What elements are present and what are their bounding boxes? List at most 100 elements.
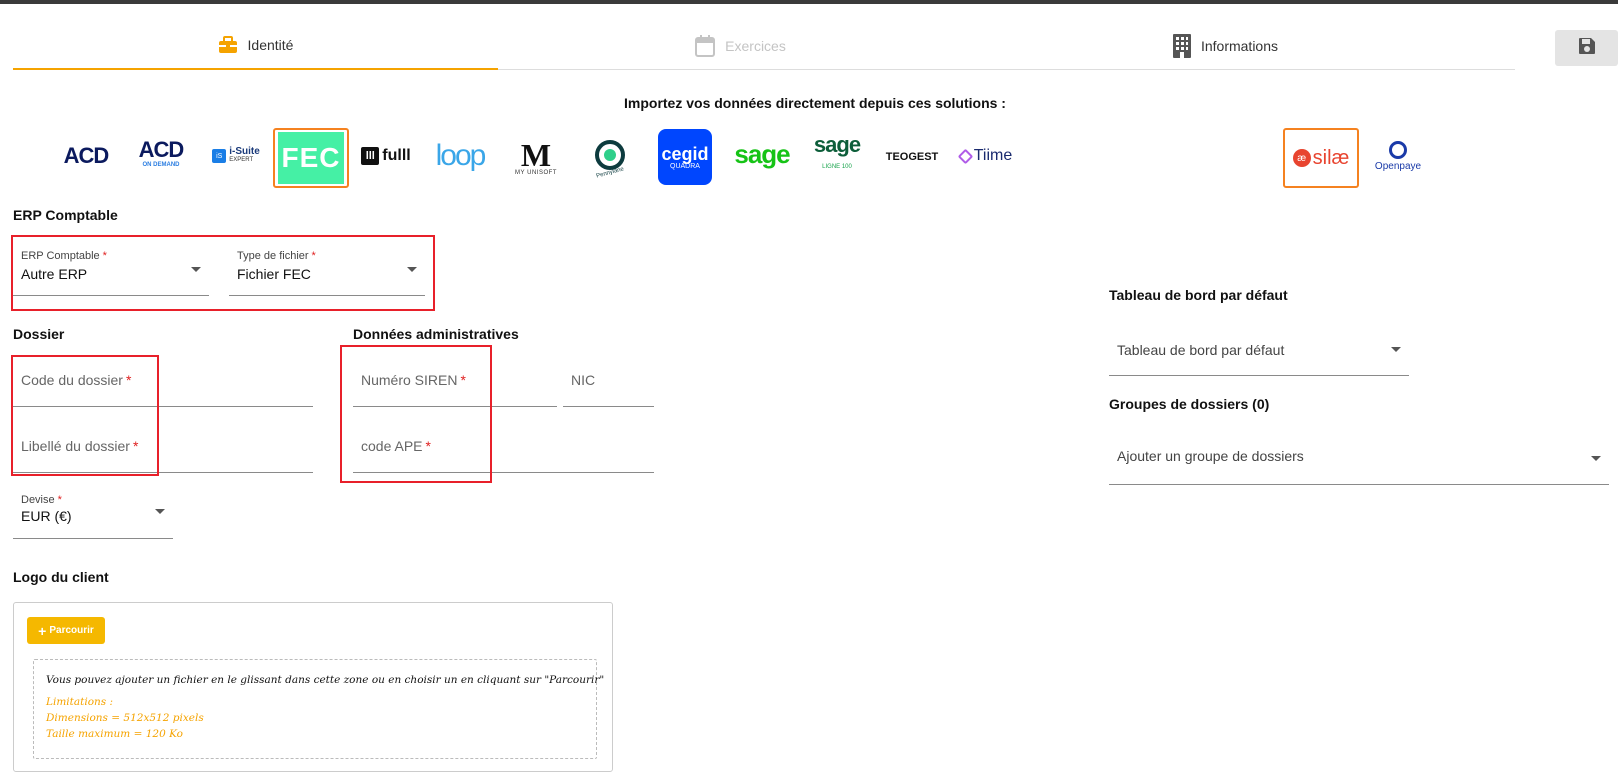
required-mark: * [425,438,431,454]
teogest-logo[interactable]: TEOGEST [882,145,942,169]
siren-label: Numéro SIREN [361,372,458,388]
cegid-sub: QUADRA [670,162,700,170]
unisoft-mark: M [520,137,552,173]
building-icon [1172,33,1191,58]
erp-section-title: ERP Comptable [13,207,118,223]
admin-section-title: Données administratives [353,326,519,342]
dossier-section-title: Dossier [13,326,65,342]
acd-on-demand-logo[interactable]: ACD ON DEMAND [131,134,191,174]
pennylane-mark [595,140,625,170]
tab-exercices[interactable]: Exercices [498,22,983,69]
devise-value: EUR (€) [21,508,72,524]
dashboard-placeholder: Tableau de bord par défaut [1117,342,1285,358]
tiime-name: Tiime [973,147,1013,164]
required-mark: * [57,494,62,506]
tab-informations[interactable]: Informations [983,22,1468,69]
calendar-icon [695,34,716,57]
logo-client-title: Logo du client [13,569,109,585]
isuite-expert-logo[interactable]: iS i-Suite EXPERT [206,140,266,172]
acd-on-demand-sub: ON DEMAND [142,162,180,168]
briefcase-icon [218,36,238,54]
chevron-down-icon [407,267,417,272]
dashboard-select[interactable]: Tableau de bord par défaut [1109,326,1409,376]
silae-badge: æ [1292,149,1311,167]
top-bar [0,0,1618,4]
chevron-down-icon [1391,347,1401,352]
browse-button-label: Parcourir [49,625,94,636]
teogest-logo-text: TEOGEST [885,151,939,163]
silae-name: silæ [1312,146,1350,169]
sage-ligne-100-logo[interactable]: sage LIGNE 100 [811,132,863,176]
fulll-name: fulll [382,147,411,164]
required-mark: * [125,372,132,388]
erp-select-label: ERP Comptable [21,250,100,262]
required-mark: * [132,438,139,454]
file-type-select[interactable]: Type de fichier * Fichier FEC [229,246,425,296]
sage-ligne-sub: LIGNE 100 [822,164,852,170]
import-title: Importez vos données directement depuis … [624,95,1006,111]
openpaye-name: Openpaye [1374,160,1422,172]
tiime-mark [957,148,974,164]
dashboard-section-title: Tableau de bord par défaut [1109,287,1288,303]
fulll-logo[interactable]: lll fulll [360,142,412,170]
libelle-dossier-label: Libellé du dossier [21,438,130,454]
groups-section-title: Groupes de dossiers (0) [1109,396,1270,412]
groups-select[interactable]: Ajouter un groupe de dossiers [1109,434,1609,485]
sage-ligne-name: sage [813,132,861,157]
code-dossier-label: Code du dossier [21,372,123,388]
devise-label: Devise [21,494,55,506]
tab-bar: Identité Exercices Informations [13,22,1515,70]
limitations-dimensions: Dimensions = 512x512 pixels [46,712,204,724]
unisoft-sub: MY UNISOFT [515,170,557,176]
file-type-value: Fichier FEC [237,266,311,282]
required-mark: * [102,250,107,262]
save-button[interactable] [1555,30,1618,66]
tab-label: Informations [1200,37,1279,54]
fec-logo-text: FEC [278,132,344,184]
tab-identite[interactable]: Identité [13,22,498,70]
sage-logo-text: sage [734,138,790,169]
loop-logo[interactable]: loop [430,138,490,174]
loop-logo-text: loop [435,139,487,172]
required-mark: * [311,250,316,262]
floppy-disk-icon [1578,37,1596,60]
plus-icon: + [38,622,47,639]
tab-label: Exercices [725,37,786,54]
file-dropzone[interactable]: Vous pouvez ajouter un fichier en le gli… [33,659,604,759]
acd-logo[interactable]: ACD [56,138,116,174]
cegid-quadra-logo[interactable]: cegid QUADRA [658,129,712,185]
ape-label: code APE [361,438,423,454]
chevron-down-icon [155,509,165,514]
nic-field[interactable]: NIC [563,356,654,407]
sage-logo[interactable]: sage [731,136,793,172]
chevron-down-icon [191,267,201,272]
nic-label: NIC [571,372,596,388]
code-dossier-field[interactable]: Code du dossier * [13,356,313,407]
file-type-label: Type de fichier [237,250,309,262]
openpaye-logo[interactable]: Openpaye [1368,136,1428,176]
pennylane-logo[interactable]: Pennylane [588,134,632,182]
siren-field[interactable]: Numéro SIREN * [353,356,557,407]
devise-select[interactable]: Devise * EUR (€) [13,491,173,539]
dropzone-text: Vous pouvez ajouter un fichier en le gli… [46,674,605,686]
acd-logo-text: ACD [63,143,110,168]
erp-select[interactable]: ERP Comptable * Autre ERP [13,246,209,296]
my-unisoft-logo[interactable]: M MY UNISOFT [508,135,564,181]
browse-button[interactable]: + Parcourir [27,617,105,644]
ape-field[interactable]: code APE * [353,420,654,473]
limitations-title: Limitations : [46,696,114,708]
limitations-size: Taille maximum = 120 Ko [46,728,183,740]
isuite-sub: EXPERT [229,157,254,163]
tab-label: Identité [247,37,294,53]
logo-upload-panel: + Parcourir Vous pouvez ajouter un fichi… [13,602,613,772]
fec-logo[interactable]: FEC [273,128,349,188]
libelle-dossier-field[interactable]: Libellé du dossier * [13,420,313,473]
groups-placeholder: Ajouter un groupe de dossiers [1117,448,1304,464]
fulll-mark: lll [361,147,380,165]
isuite-badge: iS [212,149,227,163]
required-mark: * [460,372,466,388]
acd-on-demand-name: ACD [138,137,185,162]
silae-logo[interactable]: æ silæ [1283,128,1359,188]
openpaye-mark [1389,140,1407,159]
tiime-logo[interactable]: Tiime [957,143,1015,169]
